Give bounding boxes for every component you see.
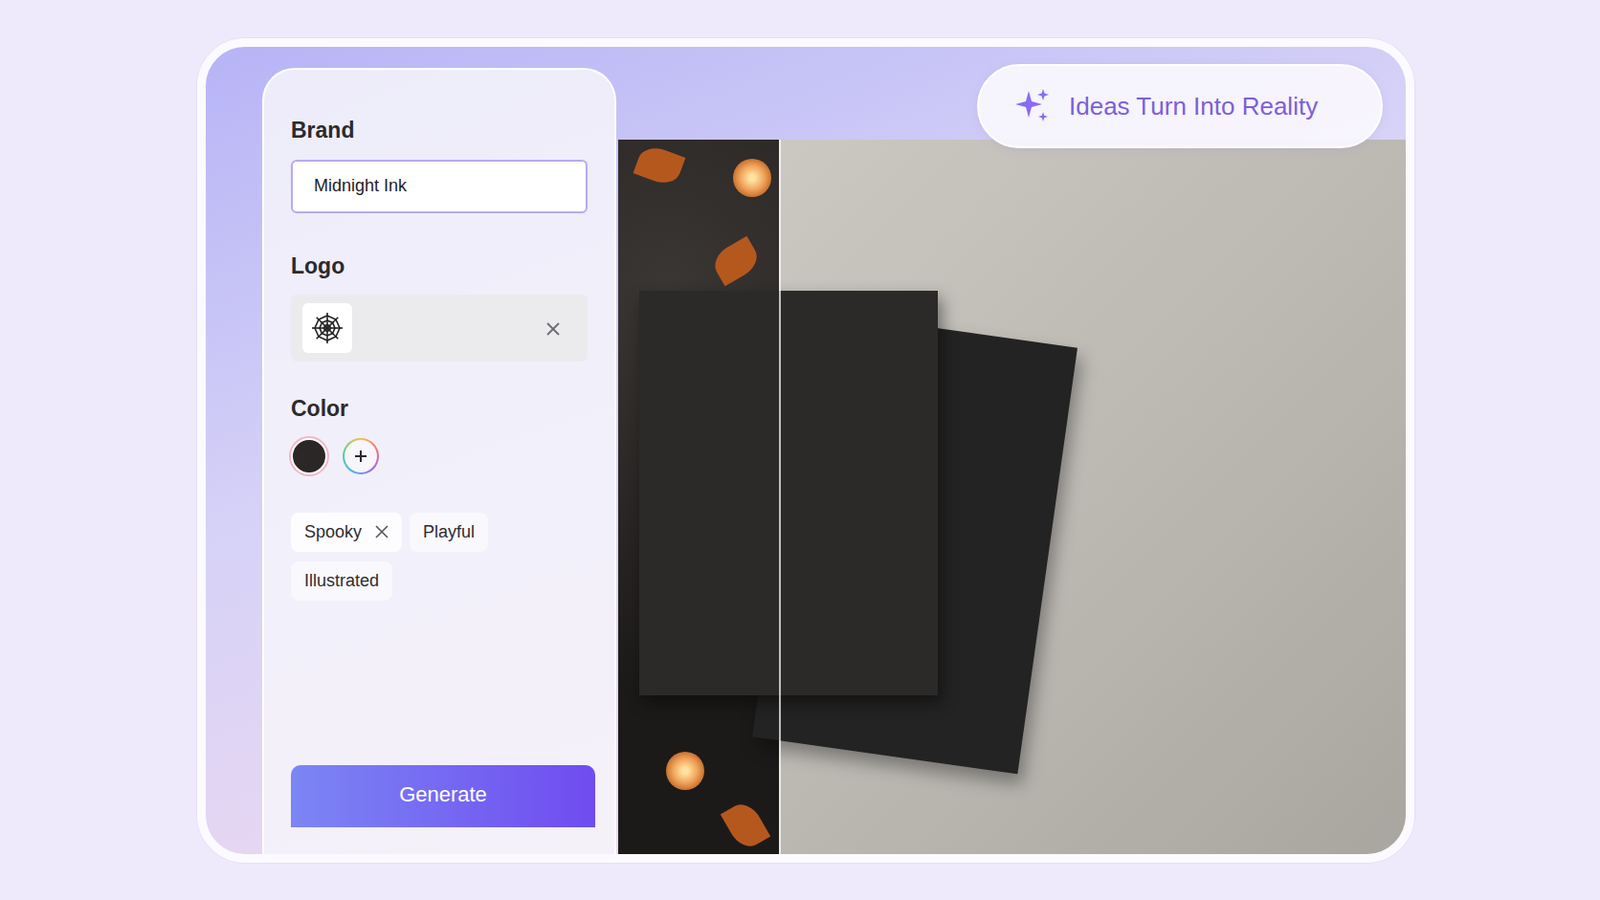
tag-label: Illustrated: [304, 568, 379, 595]
style-tag[interactable]: Spooky: [290, 512, 402, 553]
preview-photo: [618, 139, 1406, 855]
style-tag[interactable]: Playful: [409, 512, 489, 553]
tag-label: Spooky: [304, 519, 362, 546]
logo-label: Logo: [290, 253, 588, 281]
style-tags: Spooky Playful Illustrated: [290, 512, 540, 601]
remove-logo-icon[interactable]: [545, 316, 561, 340]
color-swatch[interactable]: [290, 438, 328, 475]
sparkle-icon: [1011, 85, 1054, 128]
brand-label: Brand: [290, 117, 588, 145]
tag-label: Playful: [422, 519, 475, 546]
app-frame: Brand Logo Color: [197, 38, 1415, 864]
remove-tag-icon[interactable]: [375, 525, 389, 539]
logo-field[interactable]: [290, 294, 588, 362]
tagline-badge: Ideas Turn Into Reality: [977, 64, 1383, 149]
tagline-text: Ideas Turn Into Reality: [1068, 88, 1318, 126]
color-label: Color: [290, 396, 588, 423]
style-tag[interactable]: Illustrated: [290, 561, 393, 601]
color-row: [290, 438, 588, 475]
spiderweb-icon: [302, 303, 353, 354]
generate-button[interactable]: Generate: [290, 765, 596, 828]
brand-panel: Brand Logo Color: [262, 67, 617, 864]
add-color-icon[interactable]: [342, 438, 379, 475]
preview-area: [618, 67, 1406, 855]
brand-input[interactable]: [290, 159, 588, 214]
